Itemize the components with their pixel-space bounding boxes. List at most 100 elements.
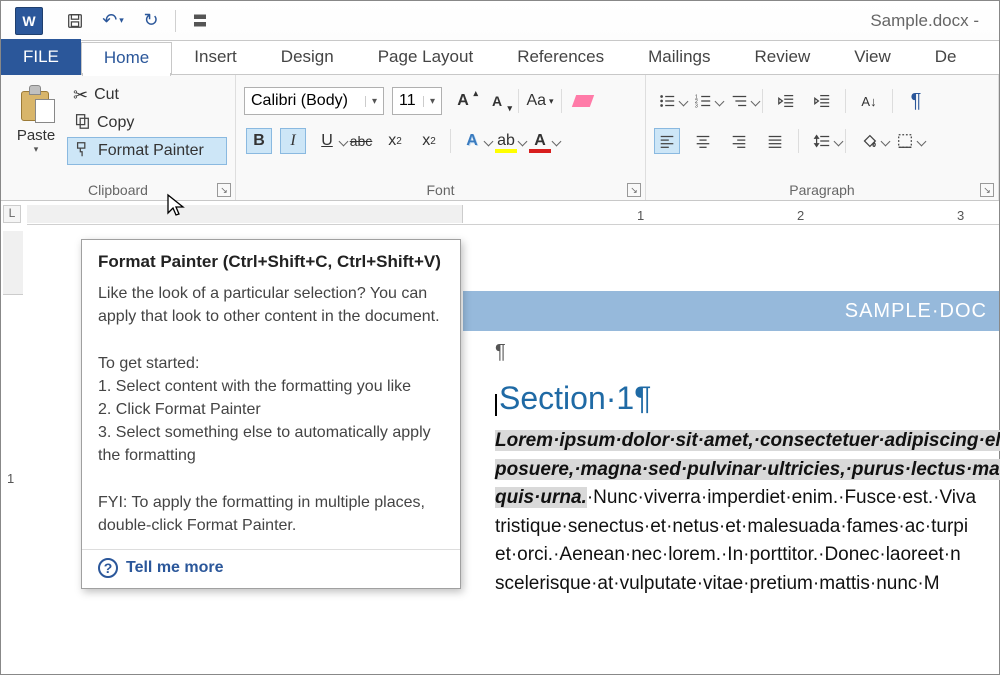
line-spacing-button[interactable] [809,128,835,154]
tab-page-layout[interactable]: Page Layout [356,41,495,74]
ribbon: Paste ▾ ✂ Cut Copy [1,75,999,201]
body-paragraph[interactable]: Lorem·ipsum·dolor·sit·amet,·consectetuer… [495,427,999,598]
cut-label: Cut [94,86,119,104]
clipboard-launcher[interactable]: ↘ [217,183,231,197]
borders-button[interactable] [892,128,918,154]
multilevel-list-button[interactable] [726,88,752,114]
justify-button[interactable] [762,128,788,154]
increase-indent-button[interactable] [809,88,835,114]
tab-developer[interactable]: De [913,41,979,74]
align-center-button[interactable] [690,128,716,154]
title-bar: W ↶▾ ↻ 〓 Sample.docx - [1,1,999,41]
copy-button[interactable]: Copy [67,109,227,137]
word-window: W ↶▾ ↻ 〓 Sample.docx - FILE Home Insert … [0,0,1000,675]
bold-button[interactable]: B [246,128,272,154]
tooltip-step1: 1. Select content with the formatting yo… [98,375,444,398]
borders-icon [896,132,914,150]
font-size-input[interactable] [393,88,423,114]
tab-mailings[interactable]: Mailings [626,41,732,74]
tab-insert[interactable]: Insert [172,41,259,74]
tab-review[interactable]: Review [732,41,832,74]
align-right-icon [730,132,748,150]
italic-button[interactable]: I [280,128,306,154]
shading-button[interactable] [856,128,882,154]
tooltip-step2: 2. Click Format Painter [98,398,444,421]
tab-view[interactable]: View [832,41,913,74]
tooltip-p1: Like the look of a particular selection?… [98,282,444,328]
subscript-button[interactable]: x2 [382,128,408,154]
help-icon: ? [98,558,118,578]
font-color-button[interactable]: A [527,128,553,154]
paragraph-launcher[interactable]: ↘ [980,183,994,197]
numbering-icon: 123 [694,92,712,110]
group-label-font: Font [236,182,645,198]
ruler-tick: 3 [957,208,964,223]
tab-home[interactable]: Home [81,42,172,75]
clear-formatting-button[interactable] [570,88,596,114]
customize-qat-button[interactable]: 〓 [186,7,214,35]
highlight-button[interactable]: ab [493,128,519,154]
save-button[interactable] [61,7,89,35]
shrink-font-button[interactable]: A▾ [484,88,510,114]
justify-icon [766,132,784,150]
tab-design[interactable]: Design [259,41,356,74]
superscript-button[interactable]: x2 [416,128,442,154]
change-case-button[interactable]: Aa▾ [527,88,553,114]
outdent-icon [777,92,795,110]
tooltip-p3: FYI: To apply the formatting in multiple… [98,491,444,537]
tab-selector[interactable]: L [3,205,21,223]
horizontal-ruler[interactable]: 1 2 3 [27,205,999,225]
font-name-input[interactable] [245,88,365,114]
group-paragraph: 123 A↓ ¶ Paragraph [646,75,999,200]
bullets-button[interactable] [654,88,680,114]
heading-section[interactable]: Section·1¶ [495,380,999,417]
ruler-tick: 2 [797,208,804,223]
font-size-dropdown-icon[interactable]: ▾ [423,96,441,107]
show-marks-button[interactable]: ¶ [903,88,929,114]
sort-button[interactable]: A↓ [856,88,882,114]
numbering-button[interactable]: 123 [690,88,716,114]
tab-references[interactable]: References [495,41,626,74]
font-name-dropdown-icon[interactable]: ▾ [365,96,383,107]
vertical-ruler[interactable]: 1 [3,231,23,674]
cut-button[interactable]: ✂ Cut [67,81,227,109]
underline-button[interactable]: U [314,128,340,154]
paste-dropdown-icon[interactable]: ▾ [34,144,39,155]
align-left-button[interactable] [654,128,680,154]
paste-button[interactable]: Paste ▾ [9,81,63,173]
quick-access-toolbar: ↶▾ ↻ 〓 [61,7,214,35]
text-effects-button[interactable]: A [459,128,485,154]
font-launcher[interactable]: ↘ [627,183,641,197]
align-center-icon [694,132,712,150]
ribbon-tabs: FILE Home Insert Design Page Layout Refe… [1,41,999,75]
ruler-v-tick: 1 [7,471,14,486]
grow-font-button[interactable]: A▴ [450,88,476,114]
tab-file[interactable]: FILE [1,39,81,75]
strikethrough-button[interactable]: abc [348,128,374,154]
format-painter-button[interactable]: Format Painter [67,137,227,165]
format-painter-icon [74,140,92,163]
paste-icon [19,85,53,125]
save-icon [66,12,84,30]
font-name-combo[interactable]: ▾ [244,87,384,115]
copy-icon [73,112,91,135]
multilevel-icon [730,92,748,110]
group-label-clipboard: Clipboard [1,182,235,198]
paste-label: Paste [17,127,55,144]
copy-label: Copy [97,114,134,132]
eraser-icon [572,95,594,107]
undo-button[interactable]: ↶▾ [99,7,127,35]
tooltip-step3: 3. Select something else to automaticall… [98,421,444,467]
tell-me-more-link[interactable]: ? Tell me more [98,558,444,578]
bullets-icon [658,92,676,110]
font-size-combo[interactable]: ▾ [392,87,442,115]
ruler-tick: 1 [637,208,644,223]
decrease-indent-button[interactable] [773,88,799,114]
document-title: Sample.docx - [870,11,979,31]
word-logo-icon: W [15,7,43,35]
align-right-button[interactable] [726,128,752,154]
group-label-paragraph: Paragraph [646,182,998,198]
paint-bucket-icon [860,132,878,150]
redo-button[interactable]: ↻ [137,7,165,35]
group-clipboard: Paste ▾ ✂ Cut Copy [1,75,236,200]
